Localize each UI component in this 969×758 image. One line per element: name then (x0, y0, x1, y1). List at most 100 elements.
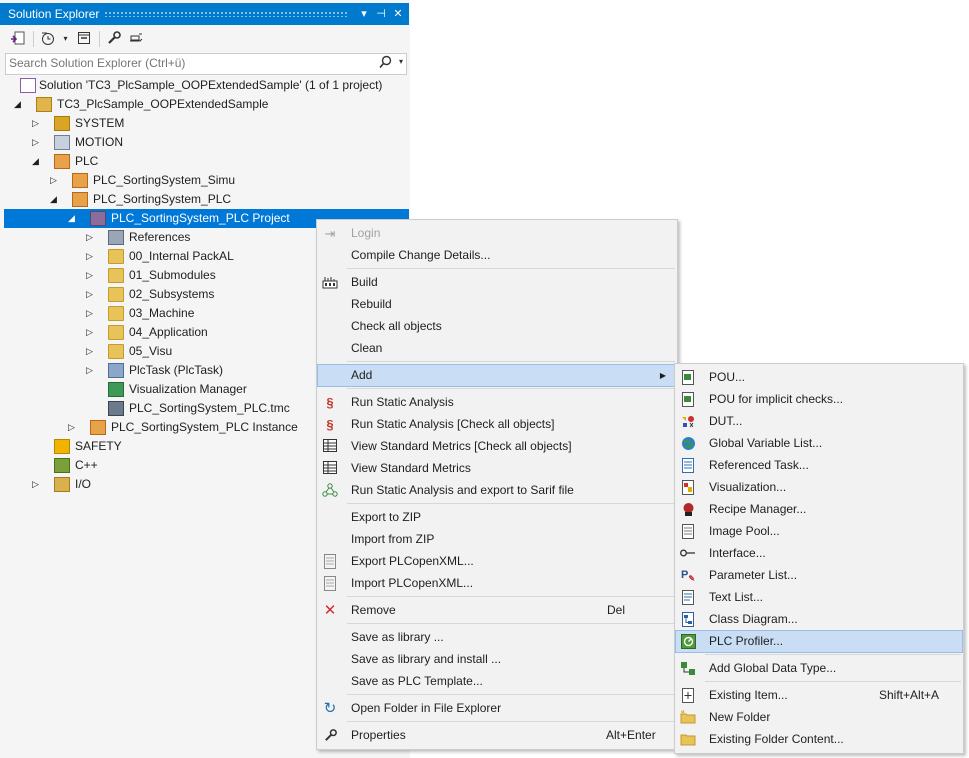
expand-arrow-icon[interactable]: ▷ (32, 114, 42, 133)
menu-item-view-standard-metrics-check-all[interactable]: View Standard Metrics [Check all objects… (318, 436, 676, 457)
expand-arrow-icon[interactable]: ▷ (68, 418, 78, 437)
tree-node-motion[interactable]: ▷ MOTION (0, 133, 409, 152)
menu-item-check-all-objects[interactable]: Check all objects (318, 316, 676, 337)
tree-node-tmc-file[interactable]: PLC_SortingSystem_PLC.tmc (0, 399, 320, 418)
tree-node-twincat-project[interactable]: ◢ TC3_PlcSample_OOPExtendedSample (0, 95, 409, 114)
search-options-dropdown-icon[interactable]: ▾ (399, 57, 403, 66)
submenu-item-recipe-manager[interactable]: Recipe Manager... (676, 499, 962, 520)
menu-item-build[interactable]: Build (318, 272, 676, 293)
submenu-item-interface[interactable]: Interface... (676, 543, 962, 564)
sync-with-active-document-icon[interactable] (9, 30, 27, 48)
sarif-export-icon (322, 483, 338, 498)
submenu-item-plc-profiler[interactable]: PLC Profiler... (675, 630, 963, 653)
submenu-item-parameter-list[interactable]: P✎ Parameter List... (676, 565, 962, 586)
collapse-all-icon[interactable] (75, 30, 93, 48)
tree-node-plctask[interactable]: ▷ PlcTask (PlcTask) (0, 361, 320, 380)
pending-changes-filter-icon[interactable] (39, 30, 57, 48)
tree-node-plc-instance[interactable]: ▷ PLC_SortingSystem_PLC Instance (0, 418, 320, 437)
menu-item-export-zip[interactable]: Export to ZIP (318, 507, 676, 528)
menu-item-run-static-analysis-check-all[interactable]: § Run Static Analysis [Check all objects… (318, 414, 676, 435)
menu-item-compile-change-details[interactable]: Compile Change Details... (318, 245, 676, 266)
menu-item-rebuild[interactable]: Rebuild (318, 294, 676, 315)
tree-node-io[interactable]: ▷ I/O (0, 475, 320, 494)
tree-node-folder[interactable]: ▷ 02_Subsystems (0, 285, 320, 304)
submenu-arrow-icon: ▶ (659, 371, 666, 380)
preview-selected-items-icon[interactable] (127, 30, 145, 48)
submenu-item-class-diagram[interactable]: Class Diagram... (676, 609, 962, 630)
menu-item-remove[interactable]: ✕ Remove Del (318, 600, 676, 621)
tree-node-safety[interactable]: SAFETY (0, 437, 320, 456)
tree-node-system[interactable]: ▷ SYSTEM (0, 114, 409, 133)
menu-item-import-zip[interactable]: Import from ZIP (318, 529, 676, 550)
expand-arrow-icon[interactable]: ▷ (86, 247, 96, 266)
collapse-arrow-icon[interactable]: ◢ (50, 190, 60, 209)
expand-arrow-icon[interactable]: ▷ (86, 361, 96, 380)
tree-node-label: 00_Internal PackAL (129, 249, 234, 263)
collapse-arrow-icon[interactable]: ◢ (32, 152, 42, 171)
menu-item-login[interactable]: ⇥ Login (318, 223, 676, 244)
submenu-item-referenced-task[interactable]: Referenced Task... (676, 455, 962, 476)
menu-item-import-plcopenxml[interactable]: Import PLCopenXML... (318, 573, 676, 594)
expand-arrow-icon[interactable]: ▷ (86, 266, 96, 285)
expand-arrow-icon[interactable]: ▷ (86, 342, 96, 361)
submenu-item-existing-folder-content[interactable]: Existing Folder Content... (676, 729, 962, 750)
expand-arrow-icon[interactable]: ▷ (32, 133, 42, 152)
tree-node-solution[interactable]: Solution 'TC3_PlcSample_OOPExtendedSampl… (0, 76, 409, 95)
menu-item-save-as-library[interactable]: Save as library ... (318, 627, 676, 648)
cpp-icon (54, 458, 70, 473)
menu-item-export-plcopenxml[interactable]: Export PLCopenXML... (318, 551, 676, 572)
window-position-dropdown-icon[interactable]: ▾ (356, 6, 372, 22)
tree-node-folder[interactable]: ▷ 03_Machine (0, 304, 320, 323)
collapse-arrow-icon[interactable]: ◢ (68, 209, 78, 228)
submenu-item-new-folder[interactable]: New Folder (676, 707, 962, 728)
filter-dropdown-icon[interactable]: ▾ (61, 30, 70, 48)
menu-item-view-standard-metrics[interactable]: View Standard Metrics (318, 458, 676, 479)
menu-item-label: POU for implicit checks... (709, 392, 844, 406)
submenu-item-existing-item[interactable]: Existing Item... Shift+Alt+A (676, 685, 962, 706)
tree-node-folder[interactable]: ▷ 01_Submodules (0, 266, 320, 285)
add-submenu: POU... POU for implicit checks... DUT...… (674, 363, 964, 754)
expand-arrow-icon[interactable]: ▷ (86, 304, 96, 323)
submenu-item-pou[interactable]: POU... (676, 367, 962, 388)
tree-node-folder[interactable]: ▷ 05_Visu (0, 342, 320, 361)
menu-item-static-analysis-sarif[interactable]: Run Static Analysis and export to Sarif … (318, 480, 676, 501)
menu-item-run-static-analysis[interactable]: § Run Static Analysis (318, 392, 676, 413)
close-icon[interactable]: ✕ (390, 6, 406, 22)
expand-arrow-icon[interactable]: ▷ (86, 323, 96, 342)
tree-node-label: 02_Subsystems (129, 287, 215, 301)
menu-item-save-as-library-install[interactable]: Save as library and install ... (318, 649, 676, 670)
submenu-item-dut[interactable]: DUT... (676, 411, 962, 432)
tree-node-visualization-manager[interactable]: Visualization Manager (0, 380, 320, 399)
expand-arrow-icon[interactable]: ▷ (86, 228, 96, 247)
menu-item-label: DUT... (709, 414, 743, 428)
expand-arrow-icon[interactable]: ▷ (50, 171, 60, 190)
search-icon[interactable] (379, 55, 392, 72)
tree-node-label: PLC (75, 154, 99, 168)
submenu-item-visualization[interactable]: Visualization... (676, 477, 962, 498)
properties-wrench-icon[interactable] (105, 30, 123, 48)
pin-icon[interactable]: ⊣ (373, 6, 389, 22)
menu-item-open-folder[interactable]: ↻ Open Folder in File Explorer (318, 698, 676, 719)
menu-item-properties[interactable]: Properties Alt+Enter (318, 725, 676, 746)
submenu-item-global-variable-list[interactable]: Global Variable List... (676, 433, 962, 454)
tree-node-plc[interactable]: ◢ PLC (0, 152, 409, 171)
menu-item-clean[interactable]: Clean (318, 338, 676, 359)
submenu-item-add-global-data-type[interactable]: Add Global Data Type... (676, 658, 962, 679)
submenu-item-text-list[interactable]: Text List... (676, 587, 962, 608)
expand-arrow-icon[interactable]: ▷ (86, 285, 96, 304)
tree-node-plc-sortingsystem-plc[interactable]: ◢ PLC_SortingSystem_PLC (0, 190, 409, 209)
menu-item-save-as-plc-template[interactable]: Save as PLC Template... (318, 671, 676, 692)
submenu-item-image-pool[interactable]: Image Pool... (676, 521, 962, 542)
collapse-arrow-icon[interactable]: ◢ (14, 95, 24, 114)
search-input[interactable] (6, 54, 369, 72)
expand-arrow-icon[interactable]: ▷ (32, 475, 42, 494)
menu-item-add[interactable]: Add ▶ (317, 364, 677, 387)
tree-node-references[interactable]: ▷ References (0, 228, 320, 247)
tree-node-cpp[interactable]: C++ (0, 456, 320, 475)
tree-node-folder[interactable]: ▷ 00_Internal PackAL (0, 247, 320, 266)
menu-item-label: Save as library and install ... (351, 652, 502, 666)
tree-node-plc-sortingsystem-simu[interactable]: ▷ PLC_SortingSystem_Simu (0, 171, 409, 190)
drag-grip[interactable] (104, 11, 347, 17)
tree-node-folder[interactable]: ▷ 04_Application (0, 323, 320, 342)
submenu-item-pou-implicit-checks[interactable]: POU for implicit checks... (676, 389, 962, 410)
